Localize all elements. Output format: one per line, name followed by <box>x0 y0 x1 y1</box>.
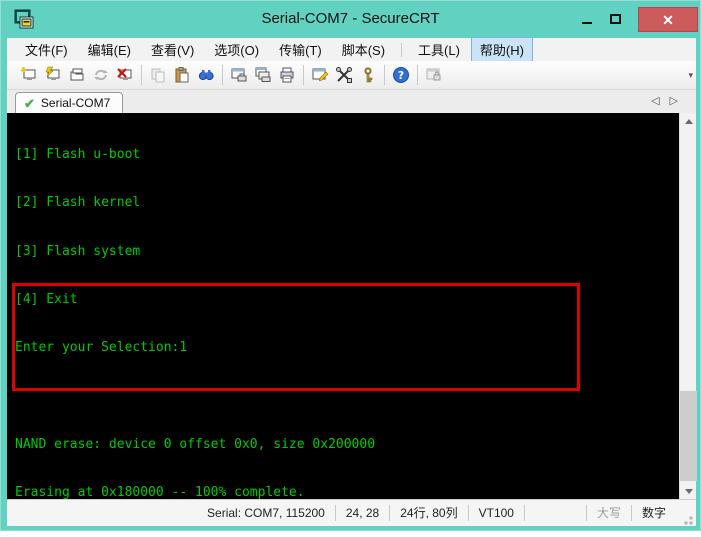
toolbar-separator <box>417 65 418 85</box>
tab-bar: ✔ Serial-COM7 ◁▷ <box>7 90 696 113</box>
toolbar-separator <box>303 65 304 85</box>
toolbar: ? ▾ <box>7 61 696 90</box>
menu-transfer[interactable]: 传输(T) <box>270 37 331 62</box>
minimize-icon <box>581 21 592 24</box>
screenshot: Serial-COM7 - SecureCRT ✕ 文件(F) 编辑(E) 查看… <box>0 0 701 537</box>
toolbar-separator <box>141 65 142 85</box>
menu-file[interactable]: 文件(F) <box>16 37 77 62</box>
scroll-up-icon[interactable] <box>680 113 697 129</box>
menu-script[interactable]: 脚本(S) <box>333 37 394 62</box>
terminal-line: Erasing at 0x180000 -- 100% complete. <box>15 485 305 499</box>
scrollbar-thumb[interactable] <box>680 391 697 481</box>
help-button[interactable]: ? <box>389 63 413 87</box>
global-options-icon <box>336 67 352 83</box>
status-emulation: VT100 <box>467 505 524 521</box>
close-button[interactable]: ✕ <box>638 7 698 32</box>
toolbar-separator <box>222 65 223 85</box>
find-icon <box>198 70 214 81</box>
status-caps-lock: 大写 <box>585 505 631 521</box>
scroll-down-icon[interactable] <box>680 483 697 499</box>
status-bar: Serial: COM7, 115200 24, 28 24行, 80列 VT1… <box>7 499 696 526</box>
menu-tools[interactable]: 工具(L) <box>409 37 469 62</box>
reconnect-button[interactable] <box>89 63 113 87</box>
window-shadow-edge <box>0 531 701 537</box>
maximize-button[interactable] <box>601 7 630 30</box>
terminal-line: NAND erase: device 0 offset 0x0, size 0x… <box>15 436 376 452</box>
terminal-scrollbar[interactable] <box>679 113 697 499</box>
svg-text:?: ? <box>398 69 404 82</box>
toolbar-overflow-icon[interactable]: ▾ <box>688 70 693 81</box>
terminal-line: [3] Flash system <box>15 243 141 259</box>
status-num-lock: 数字 <box>630 505 676 521</box>
help-icon: ? <box>393 67 409 83</box>
terminal-line: [1] Flash u-boot <box>15 147 141 163</box>
find-button[interactable] <box>194 63 218 87</box>
tab-scroll-right-icon[interactable]: ▷ <box>670 95 688 107</box>
connect-in-tab-button[interactable] <box>65 63 89 87</box>
print-setup-button[interactable] <box>251 63 275 87</box>
minimize-button[interactable] <box>572 7 601 30</box>
menu-edit[interactable]: 编辑(E) <box>79 37 140 62</box>
terminal-line: [2] Flash kernel <box>15 195 141 211</box>
menu-help[interactable]: 帮助(H) <box>470 37 533 62</box>
global-options-button[interactable] <box>332 63 356 87</box>
disconnect-button[interactable] <box>113 63 137 87</box>
lock-icon <box>426 68 441 81</box>
terminal-line: [4] Exit <box>15 292 78 308</box>
menu-view[interactable]: 查看(V) <box>142 37 203 62</box>
menu-options[interactable]: 选项(O) <box>205 37 268 62</box>
copy-icon <box>151 68 165 83</box>
terminal-screen[interactable]: [1] Flash u-boot [2] Flash kernel [3] Fl… <box>7 113 697 499</box>
quick-connect-icon <box>45 66 60 80</box>
paste-button[interactable] <box>170 63 194 87</box>
menu-separator <box>401 42 403 57</box>
status-screen-size: 24行, 80列 <box>389 505 467 521</box>
disconnect-icon <box>117 68 132 80</box>
session-options-button[interactable] <box>308 63 332 87</box>
connected-check-icon: ✔ <box>24 95 35 111</box>
status-blank-cell <box>523 505 586 521</box>
keymap-button[interactable] <box>356 63 380 87</box>
toolbar-separator <box>384 65 385 85</box>
securecrt-window: Serial-COM7 - SecureCRT ✕ 文件(F) 编辑(E) 查看… <box>0 0 701 531</box>
print-button[interactable] <box>275 63 299 87</box>
print-preview-button[interactable] <box>227 63 251 87</box>
print-icon <box>280 67 294 83</box>
paste-icon <box>175 67 189 83</box>
reconnect-icon <box>94 69 108 81</box>
quick-connect-button[interactable] <box>41 63 65 87</box>
tab-label: Serial-COM7 <box>40 96 111 110</box>
connect-button[interactable] <box>17 63 41 87</box>
status-cursor-position: 24, 28 <box>334 505 389 521</box>
lock-window-button[interactable] <box>422 63 446 87</box>
tab-serial-com7[interactable]: ✔ Serial-COM7 <box>15 92 124 113</box>
status-connection: Serial: COM7, 115200 <box>207 506 325 520</box>
terminal-text: [1] Flash u-boot [2] Flash kernel [3] Fl… <box>7 113 679 499</box>
connect-icon <box>21 67 36 80</box>
tab-scroll-left-icon[interactable]: ◁ <box>651 95 669 107</box>
menu-bar: 文件(F) 编辑(E) 查看(V) 选项(O) 传输(T) 脚本(S) 工具(L… <box>7 37 696 62</box>
title-bar[interactable]: Serial-COM7 - SecureCRT ✕ <box>1 1 700 38</box>
close-icon: ✕ <box>662 11 674 28</box>
maximize-icon <box>610 13 621 24</box>
keymap-icon <box>364 67 373 83</box>
connect-in-tab-icon <box>70 68 84 81</box>
print-preview-icon <box>231 68 247 82</box>
copy-button[interactable] <box>146 63 170 87</box>
print-setup-icon <box>255 67 271 82</box>
resize-grip[interactable] <box>680 512 694 526</box>
terminal-line: Enter your Selection:1 <box>15 340 188 356</box>
session-options-icon <box>312 68 329 82</box>
